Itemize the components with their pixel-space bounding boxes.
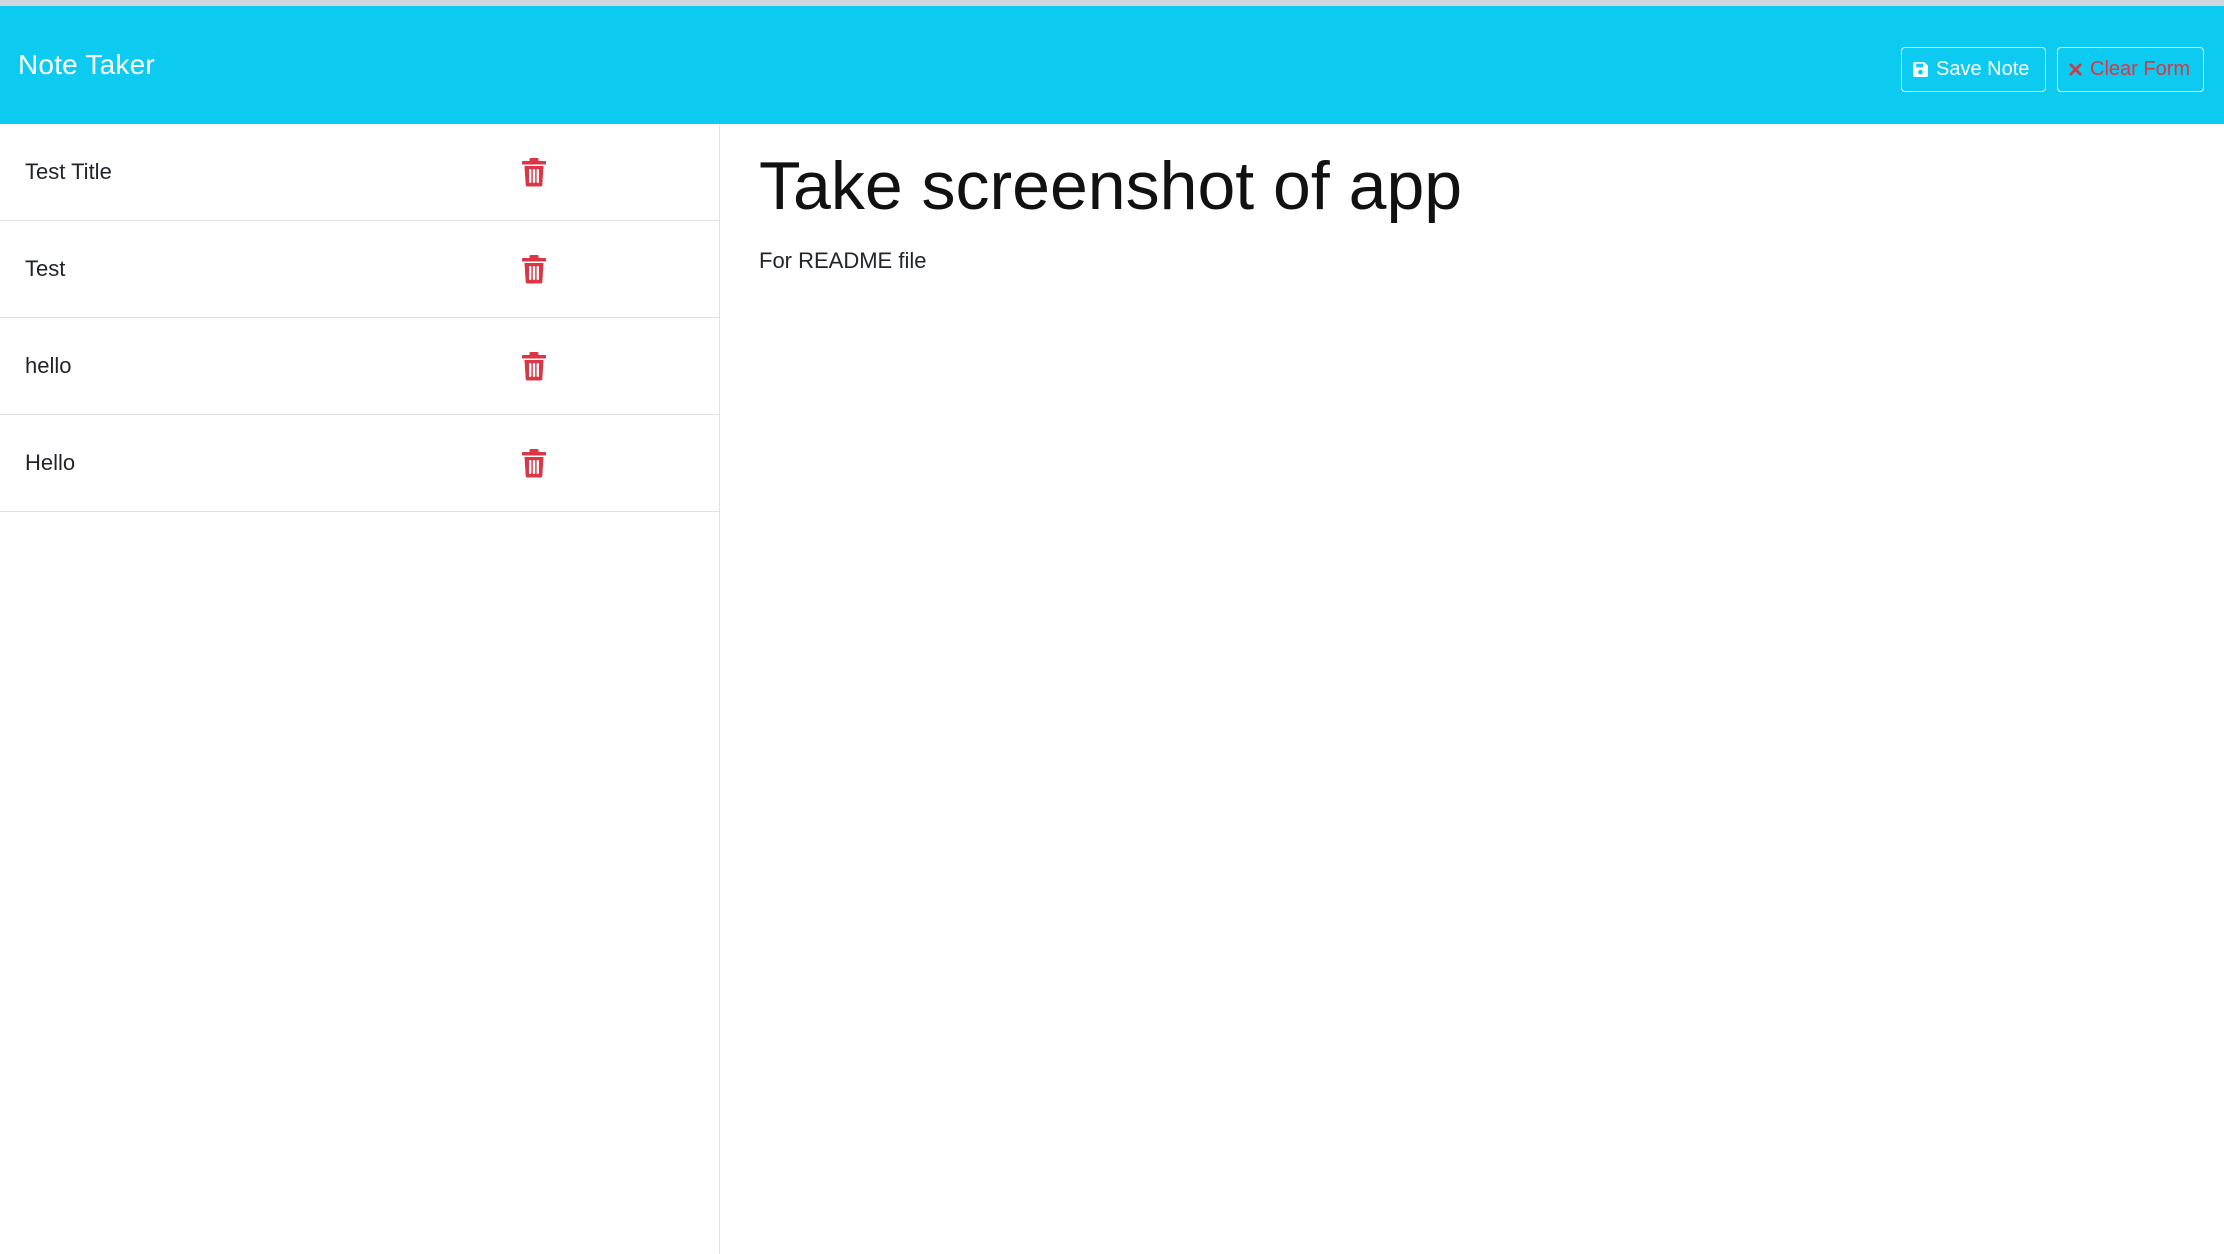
note-list-item[interactable]: Test [0, 221, 719, 318]
trash-icon[interactable] [520, 254, 548, 284]
note-text-area[interactable]: For README file [759, 248, 926, 274]
trash-icon[interactable] [520, 351, 548, 381]
note-title: Test Title [25, 159, 112, 184]
note-list-item[interactable]: hello [0, 318, 719, 415]
close-x-icon [2068, 62, 2083, 77]
note-title: hello [25, 353, 72, 378]
clear-form-button[interactable]: Clear Form [2057, 47, 2204, 92]
note-title: Hello [25, 450, 76, 475]
notes-sidebar: Test Title Test hello Hello [0, 124, 720, 1254]
clear-form-label: Clear Form [2090, 58, 2191, 80]
navbar: Note Taker Save Note Clear Form [0, 6, 2224, 124]
trash-icon[interactable] [520, 448, 548, 478]
note-title: Test [25, 256, 66, 281]
app-title[interactable]: Note Taker [18, 6, 155, 124]
trash-icon[interactable] [520, 157, 548, 187]
navbar-actions: Save Note Clear Form [1901, 47, 2204, 92]
note-list-item[interactable]: Hello [0, 415, 719, 512]
note-list-item[interactable]: Test Title [0, 124, 719, 221]
note-title-input[interactable]: Take screenshot of app [759, 146, 1462, 228]
note-editor: Take screenshot of app For README file [720, 124, 2224, 1254]
floppy-disk-icon [1912, 61, 1929, 78]
save-note-button[interactable]: Save Note [1901, 47, 2046, 92]
save-note-label: Save Note [1936, 58, 2030, 80]
